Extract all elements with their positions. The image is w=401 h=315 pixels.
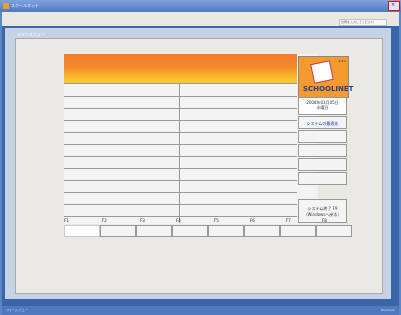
side-menu-button[interactable] xyxy=(298,130,347,143)
fkey-label: F1 xyxy=(64,218,69,223)
fkey-button-f2[interactable] xyxy=(100,225,136,237)
fkey-button-f3[interactable] xyxy=(136,225,172,237)
grid-divider xyxy=(179,83,180,223)
menu-area: 4.4.1 SCHOOLINET 2008年03月05日 水曜日 システムの最適… xyxy=(64,54,353,224)
schoolnet-logo: 4.4.1 SCHOOLINET xyxy=(298,56,353,98)
help-search-input[interactable]: 質問を入力してください xyxy=(339,19,387,26)
fkey-button-f5[interactable] xyxy=(208,225,244,237)
fkey-button-f6[interactable] xyxy=(244,225,280,237)
weekday-text: 水曜日 xyxy=(316,105,329,110)
fkey-label: F4 xyxy=(176,218,181,223)
system-update-button[interactable]: システムの最適化 xyxy=(298,116,347,129)
menu-row xyxy=(64,204,297,217)
fkey-label: F3 xyxy=(140,218,145,223)
title-bar: スクールネット × xyxy=(0,0,401,12)
side-menu-button[interactable] xyxy=(298,158,347,171)
date-display: 2008年03月05日 水曜日 xyxy=(298,97,347,115)
status-numlock: NumLock xyxy=(381,308,395,312)
close-icon: × xyxy=(391,2,396,8)
fkey-label: F5 xyxy=(214,218,219,223)
fkey-label: F6 xyxy=(250,218,255,223)
workspace: メインメニュー 4.4.1 SCHOOLINET 2008年03月05日 水曜日… xyxy=(2,26,399,308)
fkey-label: F2 xyxy=(102,218,107,223)
fkey-button-f4[interactable] xyxy=(172,225,208,237)
logo-text: SCHOOLINET xyxy=(303,85,354,93)
envelope-icon xyxy=(310,60,334,84)
close-button[interactable]: × xyxy=(388,1,400,11)
fkey-label: F7 xyxy=(286,218,291,223)
fkey-label: F8 xyxy=(322,218,327,223)
window-title: スクールネット xyxy=(11,3,39,8)
menu-grid xyxy=(64,83,297,223)
toolbar: 質問を入力してください xyxy=(2,12,399,26)
status-view: フォーム ビュー xyxy=(6,308,28,312)
status-bar: フォーム ビュー NumLock xyxy=(2,306,399,315)
side-menu-button[interactable] xyxy=(298,144,347,157)
main-menu-panel: 4.4.1 SCHOOLINET 2008年03月05日 水曜日 システムの最適… xyxy=(15,38,383,294)
side-menu-button[interactable] xyxy=(298,172,347,185)
header-band xyxy=(64,54,297,83)
function-key-bar: F1 F2 F3 F4 F5 F6 F7 F8 xyxy=(64,218,354,241)
fkey-button-f1[interactable] xyxy=(64,225,100,237)
fkey-button-f7[interactable] xyxy=(280,225,316,237)
logo-version: 4.4.1 xyxy=(338,59,346,63)
form-window: メインメニュー 4.4.1 SCHOOLINET 2008年03月05日 水曜日… xyxy=(5,28,391,299)
fkey-button-f8[interactable] xyxy=(316,225,352,237)
app-icon xyxy=(3,3,9,9)
